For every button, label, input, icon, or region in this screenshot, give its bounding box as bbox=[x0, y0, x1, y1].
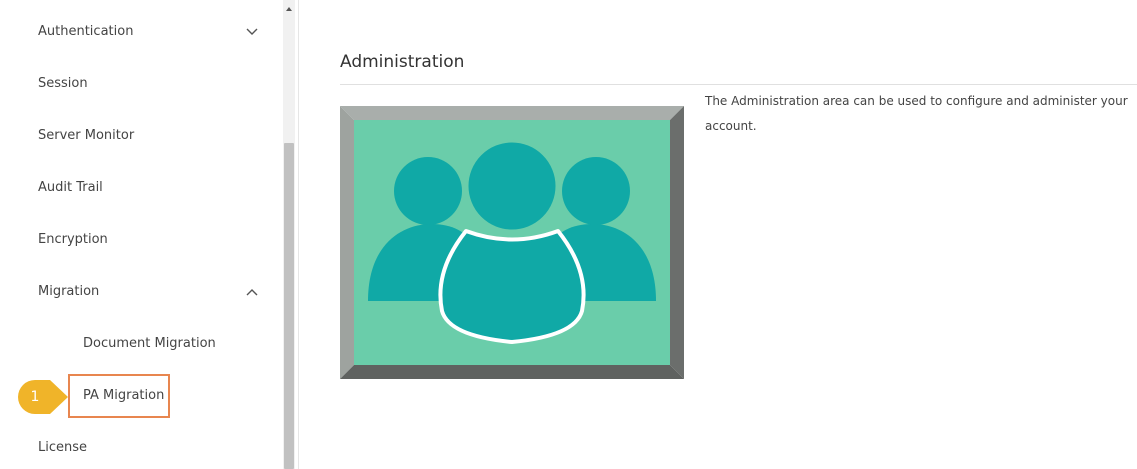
sidebar-item-label: Server Monitor bbox=[38, 128, 135, 143]
chevron-up-icon[interactable] bbox=[244, 284, 260, 300]
sidebar-scrollbar[interactable] bbox=[283, 0, 295, 469]
sidebar-item-label: Encryption bbox=[38, 232, 108, 247]
chevron-down-icon[interactable] bbox=[244, 24, 260, 40]
description-text: The Administration area can be used to c… bbox=[705, 94, 1128, 133]
title-divider bbox=[340, 84, 1137, 85]
sidebar: Authentication Session Server Monitor Au… bbox=[0, 0, 299, 469]
sidebar-item-encryption[interactable]: Encryption bbox=[38, 230, 108, 250]
sidebar-item-label: Migration bbox=[38, 284, 100, 299]
highlight-box bbox=[68, 374, 170, 418]
sidebar-item-label: License bbox=[38, 440, 88, 455]
sidebar-item-server-monitor[interactable]: Server Monitor bbox=[38, 126, 134, 146]
sidebar-item-license[interactable]: License bbox=[38, 438, 87, 458]
sidebar-item-session[interactable]: Session bbox=[38, 74, 88, 94]
sidebar-item-migration[interactable]: Migration bbox=[38, 282, 99, 302]
sidebar-item-authentication[interactable]: Authentication bbox=[38, 22, 133, 42]
users-group-icon bbox=[340, 106, 684, 379]
sidebar-item-label: Session bbox=[38, 76, 88, 91]
sidebar-item-label: Audit Trail bbox=[38, 180, 103, 195]
sidebar-item-label: Document Migration bbox=[83, 336, 216, 351]
main-content: Administration The Administration area c… bbox=[299, 0, 1137, 469]
callout-number: 1 bbox=[30, 389, 40, 405]
sidebar-item-audit-trail[interactable]: Audit Trail bbox=[38, 178, 103, 198]
sidebar-subitem-document-migration[interactable]: Document Migration bbox=[83, 334, 216, 354]
scroll-up-arrow-icon[interactable] bbox=[283, 0, 295, 18]
page-title: Administration bbox=[340, 52, 465, 72]
scrollbar-thumb[interactable] bbox=[284, 143, 294, 469]
sidebar-item-label: Authentication bbox=[38, 24, 134, 39]
